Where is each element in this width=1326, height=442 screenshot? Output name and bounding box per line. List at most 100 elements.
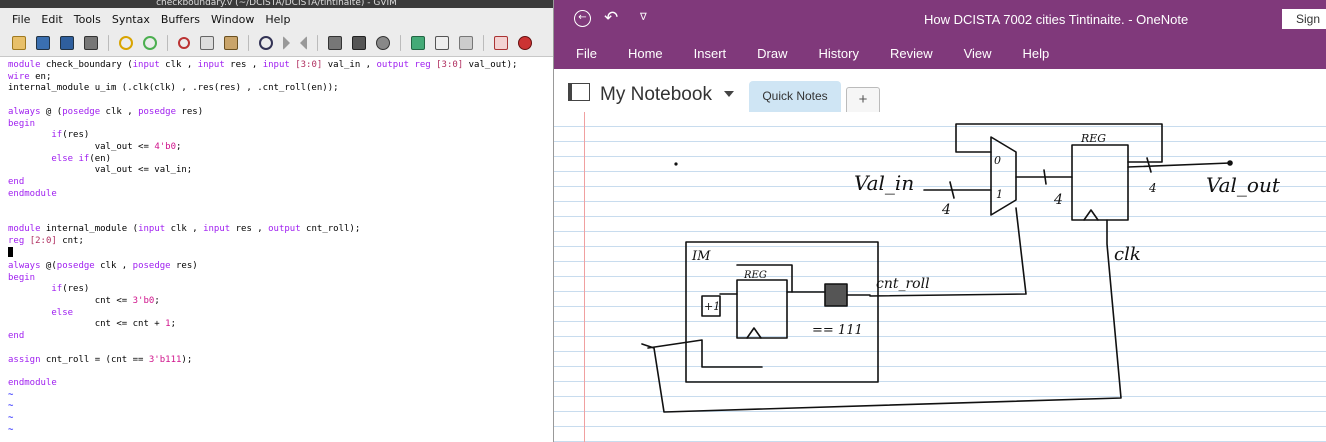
bus-width-label: 4 [1148,181,1157,195]
save-icon[interactable] [36,36,50,50]
code-line: end [8,177,25,188]
toolbar-separator [108,35,109,51]
redo-icon[interactable] [143,36,157,50]
code-line [8,247,553,261]
find-prev-icon[interactable] [300,36,307,50]
tab-file[interactable]: File [576,46,597,61]
notebook-bar: My Notebook Quick Notes + [554,69,1326,113]
load-session-icon[interactable] [328,36,342,50]
toolbar-separator [248,35,249,51]
handwritten-diagram: 0 1 REG 4 Val_in 4 4 Val_out clk cnt_rol… [641,123,1281,413]
code-line: end [8,331,25,342]
vim-menu-buffers[interactable]: Buffers [161,13,200,26]
onenote-window: ← ↶ ∇ How DCISTA 7002 cities Tintinaite.… [554,0,1326,442]
code-line: ~ [8,413,14,424]
vim-title-bar: checkboundary.v (~/DCISTA/DCISTA/tintina… [0,0,553,8]
help-icon[interactable] [494,36,508,50]
section-tab-quick-notes[interactable]: Quick Notes [749,81,841,112]
vim-menu-help[interactable]: Help [265,13,290,26]
code-line: val_out <= 4'b0; [8,141,182,152]
code-line: always @ (posedge clk , posedge res) [8,106,204,117]
vim-window: checkboundary.v (~/DCISTA/DCISTA/tintina… [0,0,554,442]
vim-menu-window[interactable]: Window [211,13,254,26]
clk-label: clk [1114,244,1141,265]
vim-menu-syntax[interactable]: Syntax [112,13,150,26]
comparator-block [824,283,848,307]
comparator-label: == 111 [812,323,863,338]
undo-icon[interactable] [119,36,133,50]
counter-register-label: REG [743,270,767,281]
register-label: REG [1080,132,1106,145]
increment-label: +1 [704,300,720,313]
code-line: begin [8,118,36,129]
toolbar-separator [400,35,401,51]
code-line: begin [8,272,36,283]
vim-menu-edit[interactable]: Edit [41,13,62,26]
code-line: module check_boundary (input clk , input… [8,60,518,70]
add-section-button[interactable]: + [846,87,880,112]
code-line: reg [2:0] cnt; [8,235,84,246]
vim-menu-file[interactable]: File [12,13,30,26]
paste-icon[interactable] [224,36,238,50]
chevron-down-icon[interactable] [724,91,734,97]
print-icon[interactable] [84,36,98,50]
tab-insert[interactable]: Insert [694,46,727,61]
tab-review[interactable]: Review [890,46,933,61]
ribbon-tabs: File Home Insert Draw History Review Vie… [554,38,1326,69]
copy-icon[interactable] [200,36,214,50]
run-script-icon[interactable] [376,36,390,50]
mux-shape [990,136,1017,216]
code-line: assign cnt_roll = (cnt == 3'b111); [8,354,193,365]
notebook-name[interactable]: My Notebook [600,84,712,106]
mux-input-0: 0 [994,154,1001,167]
tab-help[interactable]: Help [1023,46,1050,61]
vim-code-editor[interactable]: module check_boundary (input clk , input… [0,60,553,437]
open-icon[interactable] [12,36,26,50]
feedback-wire [955,123,1163,163]
code-line: else if(en) [51,153,111,164]
code-line: wire en; [8,71,52,82]
counter-register [736,279,788,339]
toolbar-separator [483,35,484,51]
code-line: endmodule [8,377,57,388]
code-line: if(res) [51,130,90,141]
tab-home[interactable]: Home [628,46,663,61]
code-line: else [51,307,74,318]
back-icon[interactable]: ← [574,10,591,27]
find-help-icon[interactable] [518,36,532,50]
onenote-title-bar: ← ↶ ∇ How DCISTA 7002 cities Tintinaite.… [554,0,1326,38]
save-session-icon[interactable] [352,36,366,50]
code-line: module internal_module (input clk , inpu… [8,223,361,234]
vim-menubar: File Edit Tools Syntax Buffers Window He… [0,8,553,30]
code-line: ~ [8,389,14,400]
jump-tag-icon[interactable] [459,36,473,50]
vim-toolbar [0,30,553,57]
ctags-icon[interactable] [435,36,449,50]
code-line: internal_module u_im (.clk(clk) , .res(r… [8,83,339,94]
find-replace-icon[interactable] [259,36,273,50]
vim-menu-tools[interactable]: Tools [74,13,101,26]
notebook-icon[interactable] [568,83,590,101]
tab-draw[interactable]: Draw [757,46,787,61]
code-line: cnt <= 3'b0; [8,296,160,307]
cut-icon[interactable] [178,37,190,49]
window-title: How DCISTA 7002 cities Tintinaite. - One… [924,12,1189,27]
save-all-icon[interactable] [60,36,74,50]
mux-input-1: 1 [996,188,1003,201]
tab-history[interactable]: History [819,46,859,61]
make-icon[interactable] [411,36,425,50]
undo-icon[interactable]: ↶ [604,8,618,28]
output-register [1071,144,1129,221]
customize-quick-access-icon[interactable]: ∇ [640,12,647,23]
code-line: ~ [8,424,14,435]
text-cursor [8,247,13,258]
code-line: cnt <= cnt + 1; [8,319,176,330]
sign-in-button[interactable]: Sign [1281,9,1326,29]
val-out-label: Val_out [1206,173,1281,197]
tab-view[interactable]: View [964,46,992,61]
find-next-icon[interactable] [283,36,290,50]
cnt-roll-label: cnt_roll [876,276,930,292]
code-line: ~ [8,401,14,412]
